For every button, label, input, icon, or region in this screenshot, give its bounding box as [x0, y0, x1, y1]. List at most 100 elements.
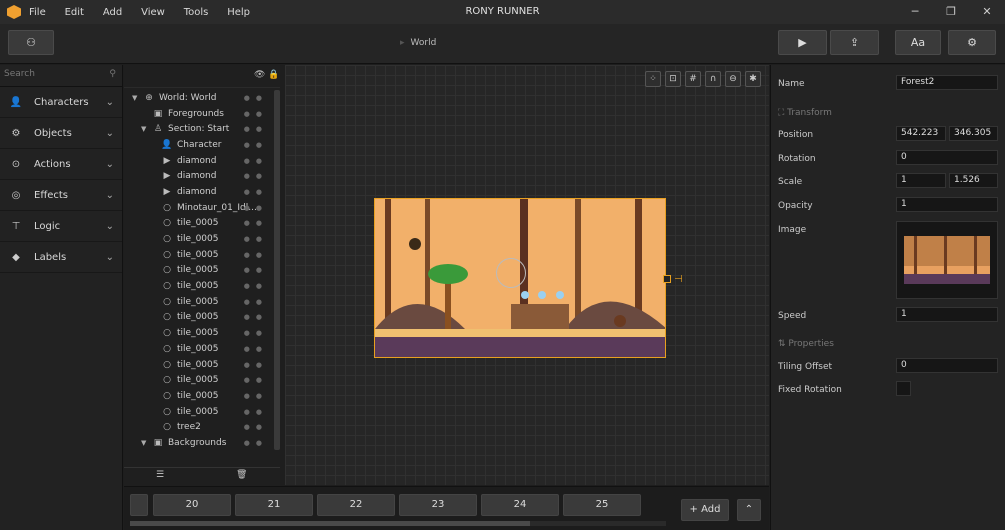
frame-23[interactable]: 23	[399, 494, 477, 516]
timeline-prev[interactable]	[130, 494, 148, 516]
frame-21[interactable]: 21	[235, 494, 313, 516]
play-button[interactable]: ▶	[778, 30, 827, 55]
visibility-dots[interactable]: ●●	[244, 392, 268, 400]
scene-canvas[interactable]: ⁘ ⊡ # ∩ ⊖ ✱ ⊣	[285, 65, 769, 485]
visibility-dots[interactable]: ●●	[244, 219, 268, 227]
visibility-dots[interactable]: ●●	[244, 94, 268, 102]
tree-item[interactable]: ▶ diamond ●●	[124, 184, 280, 200]
sidebar-item-logic[interactable]: ⊤ Logic ⌄	[0, 211, 122, 242]
frame-22[interactable]: 22	[317, 494, 395, 516]
sidebar-item-characters[interactable]: 👤 Characters ⌄	[0, 87, 122, 118]
visibility-dots[interactable]: ●●	[244, 313, 268, 321]
expand-arrow-icon[interactable]: ▼	[141, 125, 151, 133]
menu-view[interactable]: View	[141, 7, 165, 18]
visibility-dots[interactable]: ●●	[244, 110, 268, 118]
image-picker[interactable]	[896, 221, 998, 299]
restore-icon[interactable]: ❐	[933, 0, 969, 24]
visibility-dots[interactable]: ●●	[244, 329, 268, 337]
position-x-field[interactable]: 542.223	[896, 126, 946, 141]
frame-24[interactable]: 24	[481, 494, 559, 516]
menu-file[interactable]: File	[29, 7, 46, 18]
tree-item[interactable]: ○ tile_0005 ●●	[124, 325, 280, 341]
tree-item[interactable]: ○ tile_0005 ●●	[124, 372, 280, 388]
settings-button[interactable]: ⚙	[948, 30, 996, 55]
minimize-icon[interactable]: ─	[897, 0, 933, 24]
export-button[interactable]: ⇪	[830, 30, 879, 55]
tree-item[interactable]: ▣ Foregrounds ●●	[124, 106, 280, 122]
visibility-dots[interactable]: ●●	[244, 282, 268, 290]
magnet-icon[interactable]: ∩	[705, 71, 721, 87]
position-y-field[interactable]: 346.305	[949, 126, 998, 141]
tree-item[interactable]: ○ Minotaur_01_Idl... ●●	[124, 200, 280, 216]
visibility-dots[interactable]: ●●	[244, 408, 268, 416]
visibility-dots[interactable]: ●●	[244, 251, 268, 259]
tree-item[interactable]: ▶ diamond ●●	[124, 168, 280, 184]
visibility-dots[interactable]: ●●	[244, 376, 268, 384]
expand-arrow-icon[interactable]: ▼	[132, 94, 142, 102]
tree-item[interactable]: ○ tile_0005 ●●	[124, 216, 280, 232]
timeline-scrollbar[interactable]	[130, 521, 666, 526]
resize-handle[interactable]	[663, 275, 671, 283]
visibility-dots[interactable]: ●●	[244, 141, 268, 149]
tree-item[interactable]: ○ tile_0005 ●●	[124, 278, 280, 294]
tree-item[interactable]: ▼ ♙ Section: Start ●●	[124, 121, 280, 137]
grid-icon[interactable]: #	[685, 71, 701, 87]
sidebar-item-labels[interactable]: ◆ Labels ⌄	[0, 242, 122, 273]
opacity-field[interactable]: 1	[896, 197, 998, 212]
layers-icon[interactable]: ☰	[156, 470, 164, 480]
eye-icon[interactable]: 👁	[254, 70, 265, 80]
tree-item[interactable]: ○ tile_0005 ●●	[124, 388, 280, 404]
visibility-dots[interactable]: ●●	[244, 266, 268, 274]
frame-20[interactable]: 20	[153, 494, 231, 516]
visibility-dots[interactable]: ●●	[244, 423, 268, 431]
sidebar-item-objects[interactable]: ⚙ Objects ⌄	[0, 118, 122, 149]
sidebar-item-actions[interactable]: ⊙ Actions ⌄	[0, 149, 122, 180]
tree-scrollbar[interactable]	[274, 90, 280, 450]
tree-item[interactable]: ○ tile_0005 ●●	[124, 294, 280, 310]
trash-icon[interactable]: 🗑	[236, 470, 247, 480]
scale-x-field[interactable]: 1	[896, 173, 946, 188]
tree-item[interactable]: ○ tile_0005 ●●	[124, 357, 280, 373]
rotation-field[interactable]: 0	[896, 150, 998, 165]
visibility-dots[interactable]: ●●	[244, 361, 268, 369]
fixed-rotation-checkbox[interactable]	[896, 381, 911, 396]
tree-item[interactable]: ▼ ▣ Backgrounds ●●	[124, 435, 280, 451]
expand-arrow-icon[interactable]: ▼	[141, 439, 151, 447]
select-icon[interactable]: ⁘	[645, 71, 661, 87]
menu-tools[interactable]: Tools	[184, 7, 209, 18]
bug-icon[interactable]: ✱	[745, 71, 761, 87]
add-frame-button[interactable]: + Add	[681, 499, 729, 521]
lock-icon[interactable]: ⊡	[665, 71, 681, 87]
frame-25[interactable]: 25	[563, 494, 641, 516]
tree-item[interactable]: ▼ ⊕ World: World ●●	[124, 90, 280, 106]
tree-item[interactable]: ○ tile_0005 ●●	[124, 341, 280, 357]
tree-item[interactable]: ▶ diamond ●●	[124, 153, 280, 169]
menu-edit[interactable]: Edit	[65, 7, 84, 18]
search-input[interactable]: Search ⚲	[0, 65, 122, 87]
tree-item[interactable]: ○ tile_0005 ●●	[124, 404, 280, 420]
tree-item[interactable]: ○ tree2 ●●	[124, 419, 280, 435]
menu-help[interactable]: Help	[227, 7, 250, 18]
visibility-dots[interactable]: ●●	[244, 125, 268, 133]
visibility-dots[interactable]: ●●	[244, 235, 268, 243]
speed-field[interactable]: 1	[896, 307, 998, 322]
scale-y-field[interactable]: 1.526	[949, 173, 998, 188]
tree-item[interactable]: 👤 Character ●●	[124, 137, 280, 153]
visibility-dots[interactable]: ●●	[244, 204, 268, 212]
menu-add[interactable]: Add	[103, 7, 122, 18]
visibility-dots[interactable]: ●●	[244, 345, 268, 353]
tree-item[interactable]: ○ tile_0005 ●●	[124, 231, 280, 247]
hierarchy-button[interactable]: ⚇	[8, 30, 54, 55]
rotation-gizmo[interactable]	[496, 258, 526, 288]
link-icon[interactable]: ⊖	[725, 71, 741, 87]
visibility-dots[interactable]: ●●	[244, 188, 268, 196]
tree-item[interactable]: ○ tile_0005 ●●	[124, 310, 280, 326]
tiling-field[interactable]: 0	[896, 358, 998, 373]
visibility-dots[interactable]: ●●	[244, 439, 268, 447]
collapse-button[interactable]: ⌃	[737, 499, 761, 521]
close-icon[interactable]: ✕	[969, 0, 1005, 24]
tree-item[interactable]: ○ tile_0005 ●●	[124, 263, 280, 279]
lock-icon[interactable]: 🔒	[268, 70, 279, 80]
anchor-icon[interactable]: ⊣	[674, 274, 683, 285]
visibility-dots[interactable]: ●●	[244, 172, 268, 180]
